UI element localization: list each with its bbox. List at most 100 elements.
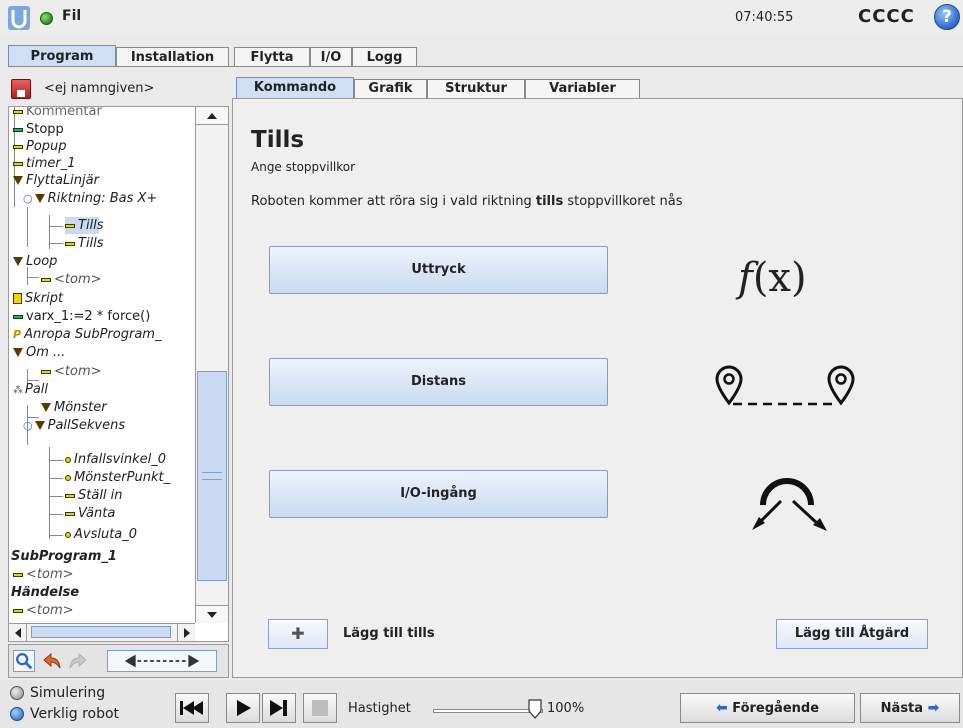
bar-icon — [41, 277, 51, 282]
search-icon[interactable] — [13, 650, 35, 672]
dot-icon — [65, 474, 71, 481]
green-bar-icon — [13, 314, 23, 319]
subtab-structure[interactable]: Struktur — [427, 79, 525, 98]
tab-program[interactable]: Program — [8, 45, 116, 67]
tree-node[interactable]: Loop — [13, 253, 57, 270]
tree-node[interactable]: FlyttaLinjär — [13, 172, 99, 189]
call-icon: P — [13, 328, 22, 341]
scroll-right-button[interactable] — [177, 624, 195, 641]
tree-node[interactable]: Mönster — [41, 399, 107, 416]
subtab-command[interactable]: Kommando — [236, 77, 354, 98]
move-arrows-icon[interactable] — [107, 650, 217, 672]
triangle-icon — [41, 403, 51, 412]
tree-node[interactable]: ○ PallSekvens — [23, 417, 125, 434]
redo-icon[interactable] — [67, 650, 89, 672]
add-until-label: Lägg till tills — [343, 626, 435, 641]
tab-divider — [8, 66, 963, 67]
tree-node[interactable]: ○ Riktning: Bas X+ — [23, 190, 157, 207]
play-icon — [237, 700, 251, 716]
bar-icon — [41, 369, 51, 374]
distance-button[interactable]: Distans — [269, 358, 608, 406]
tree-node[interactable]: <tom> — [13, 602, 74, 619]
tab-io[interactable]: I/O — [310, 47, 352, 67]
plus-icon: ✚ — [291, 624, 305, 643]
tree-node[interactable]: <tom> — [41, 363, 102, 380]
tree-node[interactable]: P Anropa SubProgram_ — [13, 326, 161, 343]
play-button[interactable] — [226, 693, 260, 723]
tree-node[interactable]: <tom> — [41, 271, 102, 288]
tree-node[interactable]: varx_1:=2 * force() — [13, 308, 150, 325]
rewind-button[interactable] — [175, 693, 209, 723]
help-icon[interactable]: ? — [934, 4, 960, 30]
tab-log[interactable]: Logg — [352, 47, 417, 67]
tree-node[interactable]: <tom> — [13, 566, 74, 583]
bar-icon — [13, 572, 23, 577]
simulation-radio[interactable] — [10, 686, 24, 700]
tree-node-selected[interactable]: Tills — [65, 217, 104, 234]
bar-icon — [65, 241, 75, 246]
dot-icon — [65, 531, 71, 538]
tree-node[interactable]: MönsterPunkt_ — [65, 469, 170, 486]
real-robot-radio[interactable] — [10, 707, 24, 721]
scroll-thumb[interactable] — [197, 371, 227, 581]
tree-node[interactable]: Tills — [65, 235, 104, 252]
tree-vertical-scrollbar[interactable] — [195, 107, 228, 623]
skip-back-icon — [180, 701, 203, 715]
stop-button[interactable] — [303, 693, 337, 723]
tree-node[interactable]: Händelse — [11, 584, 79, 601]
tab-move[interactable]: Flytta — [234, 47, 310, 67]
tree-node[interactable]: Om ... — [13, 344, 65, 361]
speed-label: Hastighet — [348, 701, 411, 716]
tree-node[interactable]: SubProgram_1 — [11, 548, 117, 565]
robot-name: CCCC — [858, 6, 915, 27]
scroll-down-button[interactable] — [196, 605, 228, 623]
next-button[interactable]: Nästa ➡ — [860, 693, 960, 723]
page-subtitle: Ange stoppvillkor — [251, 160, 356, 174]
function-icon: f(x) — [738, 255, 807, 301]
bar-icon — [65, 493, 75, 498]
subtab-graphics[interactable]: Grafik — [354, 79, 427, 98]
scroll-thumb-horizontal[interactable] — [31, 626, 171, 638]
branch-icon: ○ — [23, 419, 33, 432]
tree-toolbar — [8, 644, 229, 678]
page-title: Tills — [251, 127, 305, 153]
tree-node[interactable]: Infallsvinkel_0 — [65, 451, 166, 468]
description: Roboten kommer att röra sig i vald riktn… — [251, 194, 683, 209]
tree-list: Kommentar Stopp Popup timer_1 FlyttaLinj… — [9, 107, 195, 623]
step-button[interactable] — [262, 693, 296, 723]
add-until-button[interactable]: ✚ — [268, 619, 328, 649]
undo-icon[interactable] — [41, 650, 63, 672]
speed-slider-handle[interactable] — [528, 699, 542, 719]
expression-button[interactable]: Uttryck — [269, 246, 608, 294]
tab-installation[interactable]: Installation — [116, 47, 229, 67]
scroll-left-button[interactable] — [9, 624, 27, 641]
tree-node[interactable]: Stopp — [13, 121, 64, 138]
previous-button[interactable]: ⬅ Föregående — [680, 693, 855, 723]
add-action-button[interactable]: Lägg till Åtgärd — [776, 619, 928, 649]
arrow-right-icon — [184, 628, 190, 638]
save-icon[interactable] — [11, 79, 31, 99]
io-input-button[interactable]: I/O-ingång — [269, 470, 608, 518]
tree-node[interactable]: Skript — [13, 290, 63, 307]
tree-node[interactable]: Kommentar — [13, 107, 102, 120]
file-menu[interactable]: Fil — [62, 8, 81, 24]
program-name: <ej namngiven> — [44, 81, 155, 96]
tree-horizontal-scrollbar[interactable] — [9, 623, 195, 641]
arrow-left-icon: ⬅ — [715, 700, 728, 716]
stop-icon — [312, 700, 328, 716]
triangle-icon — [34, 421, 45, 430]
tree-node[interactable]: ⁂ Pall — [13, 381, 48, 398]
real-robot-label: Verklig robot — [30, 706, 120, 722]
tree-node[interactable]: Avsluta_0 — [65, 526, 137, 543]
tree-node[interactable]: Popup — [13, 138, 67, 155]
subtab-variables[interactable]: Variabler — [525, 79, 640, 98]
speed-value: 100% — [547, 701, 585, 716]
scroll-up-button[interactable] — [196, 107, 228, 125]
command-panel: Tills Ange stoppvillkor Roboten kommer a… — [232, 98, 963, 678]
speed-slider[interactable] — [433, 709, 543, 713]
tree-node[interactable]: Ställ in — [65, 487, 123, 504]
tree-node[interactable]: Vänta — [65, 505, 115, 522]
tree-node[interactable]: timer_1 — [13, 155, 76, 172]
distance-icon — [715, 365, 855, 406]
top-bar: Fil 07:40:55 CCCC ? — [0, 0, 963, 36]
